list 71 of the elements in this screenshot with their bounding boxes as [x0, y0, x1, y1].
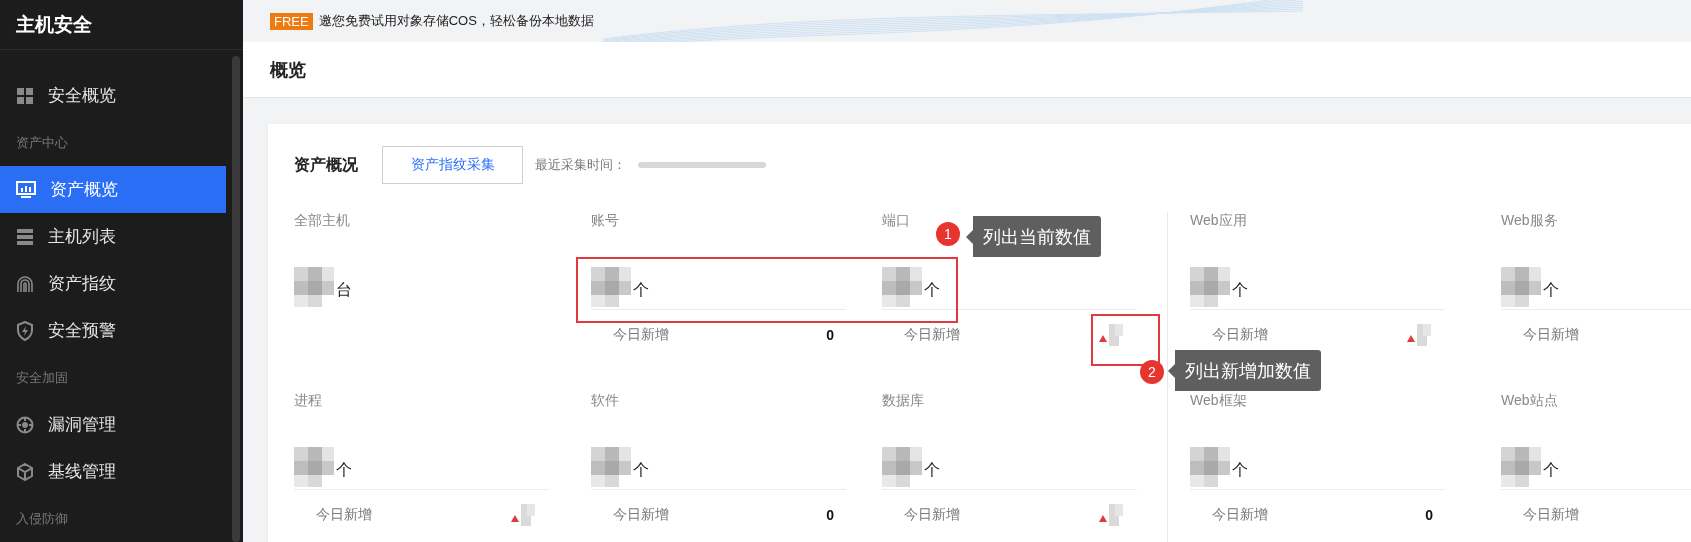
sidebar-item[interactable]: 安全预警 — [0, 307, 226, 354]
increase-redacted-value — [509, 502, 537, 528]
today-new-label: 今日新增 — [904, 506, 960, 524]
pixelated-value — [882, 267, 922, 307]
increase-redacted-value — [1405, 322, 1433, 348]
pixelated-value — [591, 447, 631, 487]
menu-group-label: 入侵防御 — [15, 509, 69, 528]
pixelated-value — [882, 447, 922, 487]
sidebar-item[interactable]: 资产概览 — [0, 166, 226, 213]
cube-icon — [16, 462, 34, 481]
stat-unit: 个 — [336, 460, 352, 480]
stat-unit: 个 — [1232, 280, 1248, 300]
today-new-label: 今日新增 — [904, 326, 960, 344]
page-title: 概览 — [270, 58, 306, 82]
stat-label: 软件 — [591, 392, 619, 410]
grid-icon — [16, 86, 34, 105]
monitor-icon — [16, 180, 36, 199]
sidebar-item[interactable]: 主机列表 — [0, 213, 226, 260]
today-count: 0 — [826, 327, 834, 343]
today-count: 0 — [1425, 507, 1433, 523]
today-new-label: 今日新增 — [1212, 506, 1268, 524]
scrollbar[interactable] — [232, 56, 240, 542]
today-new-label: 今日新增 — [316, 506, 372, 524]
annotation-tooltip: 列出当前数值 — [966, 216, 1101, 257]
stat-unit: 个 — [1543, 460, 1559, 480]
stat-label: Web服务 — [1501, 212, 1558, 230]
today-new-label: 今日新增 — [1523, 326, 1579, 344]
today-new-label: 今日新增 — [613, 506, 669, 524]
sidebar-item[interactable]: 安全概览 — [0, 72, 226, 119]
pixelated-value — [591, 267, 631, 307]
annotation-tooltip: 列出新增加数值 — [1168, 350, 1321, 391]
shield-icon — [16, 320, 34, 341]
free-badge: FREE — [270, 12, 313, 30]
pixelated-value — [1190, 267, 1230, 307]
pixelated-value — [1501, 447, 1541, 487]
today-new-label: 今日新增 — [1212, 326, 1268, 344]
fingerprint-icon — [16, 274, 34, 293]
stat-label: 账号 — [591, 212, 619, 230]
pixelated-value — [294, 267, 334, 307]
today-count: 0 — [826, 507, 834, 523]
sidebar-item[interactable]: 漏洞管理 — [0, 401, 226, 448]
stat-label: 全部主机 — [294, 212, 350, 230]
collect-button[interactable]: 资产指纹采集 — [382, 146, 523, 184]
menu-group-label: 资产中心 — [15, 133, 69, 152]
stat-unit: 个 — [1232, 460, 1248, 480]
sidebar-item[interactable]: 基线管理 — [0, 448, 226, 495]
menu-group-label: 安全加固 — [15, 368, 69, 387]
stat-unit: 个 — [1543, 280, 1559, 300]
stat-label: 进程 — [294, 392, 322, 410]
collect-time-label: 最近采集时间： — [535, 156, 626, 174]
pixelated-value — [1501, 267, 1541, 307]
stat-unit: 个 — [633, 460, 649, 480]
pixelated-value — [294, 447, 334, 487]
today-new-label: 今日新增 — [613, 326, 669, 344]
stat-label: 数据库 — [882, 392, 924, 410]
increase-redacted-value — [1097, 322, 1125, 348]
increase-redacted-value — [1097, 502, 1125, 528]
stat-label: 端口 — [882, 212, 910, 230]
stat-unit: 台 — [336, 280, 352, 300]
banner-text[interactable]: 邀您免费试用对象存储COS，轻松备份本地数据 — [318, 12, 594, 31]
server-list-icon — [16, 227, 34, 246]
stat-label: Web框架 — [1190, 392, 1247, 410]
stat-label: Web站点 — [1501, 392, 1558, 410]
pixelated-value — [1190, 447, 1230, 487]
stat-unit: 个 — [633, 280, 649, 300]
stat-unit: 个 — [924, 280, 940, 300]
stat-unit: 个 — [924, 460, 940, 480]
today-new-label: 今日新增 — [1523, 506, 1579, 524]
stat-label: Web应用 — [1190, 212, 1247, 230]
sidebar-item[interactable]: 资产指纹 — [0, 260, 226, 307]
card-title: 资产概况 — [294, 154, 358, 175]
